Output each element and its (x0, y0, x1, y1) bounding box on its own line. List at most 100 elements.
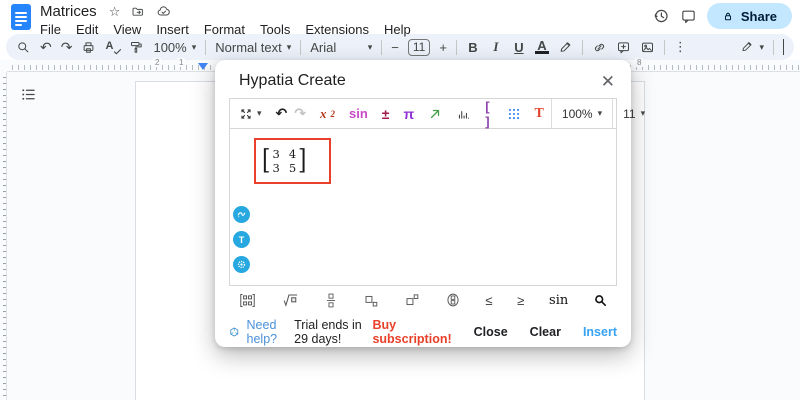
clear-button[interactable]: Clear (530, 325, 561, 339)
italic-button[interactable]: I (489, 39, 503, 55)
chart-tool-button[interactable] (449, 107, 478, 121)
menu-format[interactable]: Format (204, 22, 245, 37)
hypatia-create-dialog: Hypatia Create ✕ ▾ ↶ ↷ x2 sin ± π [ ] T (215, 60, 645, 347)
spellcheck-icon[interactable]: A (105, 40, 122, 55)
ruler-number: 1 (177, 58, 186, 67)
lock-icon (724, 12, 731, 20)
text-mode-label: T (238, 234, 245, 245)
hide-menus-button[interactable] (783, 38, 784, 55)
chevron-down-icon: ▾ (257, 108, 262, 118)
subscript-template-button[interactable] (363, 293, 379, 308)
redo-button[interactable]: ↷ (294, 105, 313, 122)
left-bracket: [ (262, 144, 271, 176)
paint-format-icon[interactable] (129, 40, 144, 55)
trial-status-text: Trial ends in 29 days! (294, 318, 362, 346)
geq-symbol-button[interactable]: ≥ (517, 293, 524, 308)
insert-image-icon[interactable] (640, 40, 655, 55)
search-icon (595, 294, 606, 306)
menu-help[interactable]: Help (384, 22, 411, 37)
sqrt-template-button[interactable] (282, 293, 300, 308)
vertical-ruler[interactable] (0, 72, 7, 400)
sin-symbol-button[interactable]: sin (549, 293, 568, 308)
menu-tools[interactable]: Tools (260, 22, 290, 37)
font-dropdown[interactable]: Arial ▾ (310, 40, 372, 55)
insert-link-icon[interactable] (592, 40, 607, 55)
menu-insert[interactable]: Insert (156, 22, 189, 37)
close-icon[interactable]: ✕ (601, 73, 615, 90)
move-tool-dropdown[interactable]: ▾ (232, 107, 269, 121)
matrix-tool-button[interactable] (500, 107, 528, 121)
increase-font-button[interactable]: + (439, 40, 447, 55)
matrix-cell: 3 (272, 161, 280, 175)
equation-zoom-dropdown[interactable]: 100% ▾ (550, 99, 612, 128)
matrix-template-button[interactable] (238, 292, 257, 309)
hypatia-logo (230, 327, 239, 337)
equation-canvas[interactable]: [ 3 4 3 5 ] T (229, 129, 617, 286)
version-history-icon[interactable] (652, 7, 670, 25)
document-outline-icon[interactable] (20, 86, 37, 103)
redo-icon[interactable]: ↷ (61, 39, 73, 56)
settings-button[interactable] (233, 256, 250, 273)
star-icon[interactable]: ☆ (109, 5, 121, 18)
divider (300, 39, 302, 55)
selected-matrix[interactable]: [ 3 4 3 5 ] (254, 138, 331, 184)
need-help-link[interactable]: Need help? (247, 318, 287, 346)
fraction-template-button[interactable] (324, 292, 338, 309)
equation-size-dropdown[interactable]: 11 ▾ (612, 99, 655, 128)
underline-button[interactable]: U (512, 40, 526, 55)
bar-chart-icon (459, 110, 470, 119)
brackets-tool-button[interactable]: [ ] (478, 99, 499, 129)
menu-view[interactable]: View (113, 22, 141, 37)
comment-icon[interactable] (680, 8, 697, 25)
print-icon[interactable] (81, 40, 96, 55)
symbol-search-button[interactable] (593, 293, 608, 308)
menu-extensions[interactable]: Extensions (305, 22, 369, 37)
chevron-up-icon (783, 38, 784, 55)
highlight-pen-icon[interactable] (558, 40, 573, 55)
undo-icon[interactable]: ↶ (40, 39, 52, 56)
menu-edit[interactable]: Edit (76, 22, 98, 37)
cloud-status-icon[interactable] (156, 4, 171, 19)
insert-button[interactable]: Insert (583, 325, 617, 339)
divider (663, 39, 665, 55)
text-tool-button[interactable]: T (528, 106, 551, 122)
search-icon[interactable] (16, 40, 31, 55)
chevron-down-icon: ▾ (759, 41, 764, 52)
pi-tool-button[interactable]: π (396, 106, 421, 122)
google-docs-icon[interactable] (11, 4, 31, 30)
symbol-shortcut-bar: ≤ ≥ sin (229, 286, 617, 314)
scribble-icon (237, 212, 246, 218)
font-size-input[interactable]: 11 (407, 38, 431, 56)
add-comment-icon[interactable] (616, 40, 631, 55)
arrow-tool-button[interactable] (421, 107, 449, 121)
bold-button[interactable]: B (466, 40, 480, 55)
matrix-cell: 4 (288, 147, 297, 161)
share-button[interactable]: Share (706, 3, 792, 29)
text-mode-button[interactable]: T (233, 231, 250, 248)
indent-marker[interactable] (198, 63, 208, 70)
plus-minus-tool-button[interactable]: ± (375, 106, 397, 122)
menu-bar: File Edit View Insert Format Tools Exten… (40, 22, 411, 37)
divider (205, 39, 207, 55)
close-button[interactable]: Close (474, 325, 508, 339)
undo-button[interactable]: ↶ (269, 105, 295, 122)
more-options-icon[interactable]: ⋮ (674, 39, 687, 55)
trig-tool-button[interactable]: sin (342, 106, 375, 121)
grid-icon (508, 108, 519, 119)
divider (455, 39, 457, 55)
buy-subscription-link[interactable]: Buy subscription! (372, 318, 451, 346)
text-color-button[interactable]: A (534, 39, 549, 54)
decrease-font-button[interactable]: − (391, 40, 399, 55)
superscript-template-button[interactable] (404, 293, 420, 308)
paragraph-style-dropdown[interactable]: Normal text ▾ (215, 40, 291, 55)
editing-mode-dropdown[interactable]: ▾ (740, 40, 764, 54)
menu-file[interactable]: File (40, 22, 61, 37)
leq-symbol-button[interactable]: ≤ (485, 293, 492, 308)
binomial-template-button[interactable] (445, 292, 461, 308)
superscript-tool-button[interactable]: x2 (313, 106, 342, 122)
document-title[interactable]: Matrices (40, 3, 97, 20)
move-folder-icon[interactable] (131, 5, 145, 19)
handwriting-button[interactable] (233, 206, 250, 223)
zoom-dropdown[interactable]: 100% ▾ (153, 40, 196, 55)
divider (581, 39, 583, 55)
